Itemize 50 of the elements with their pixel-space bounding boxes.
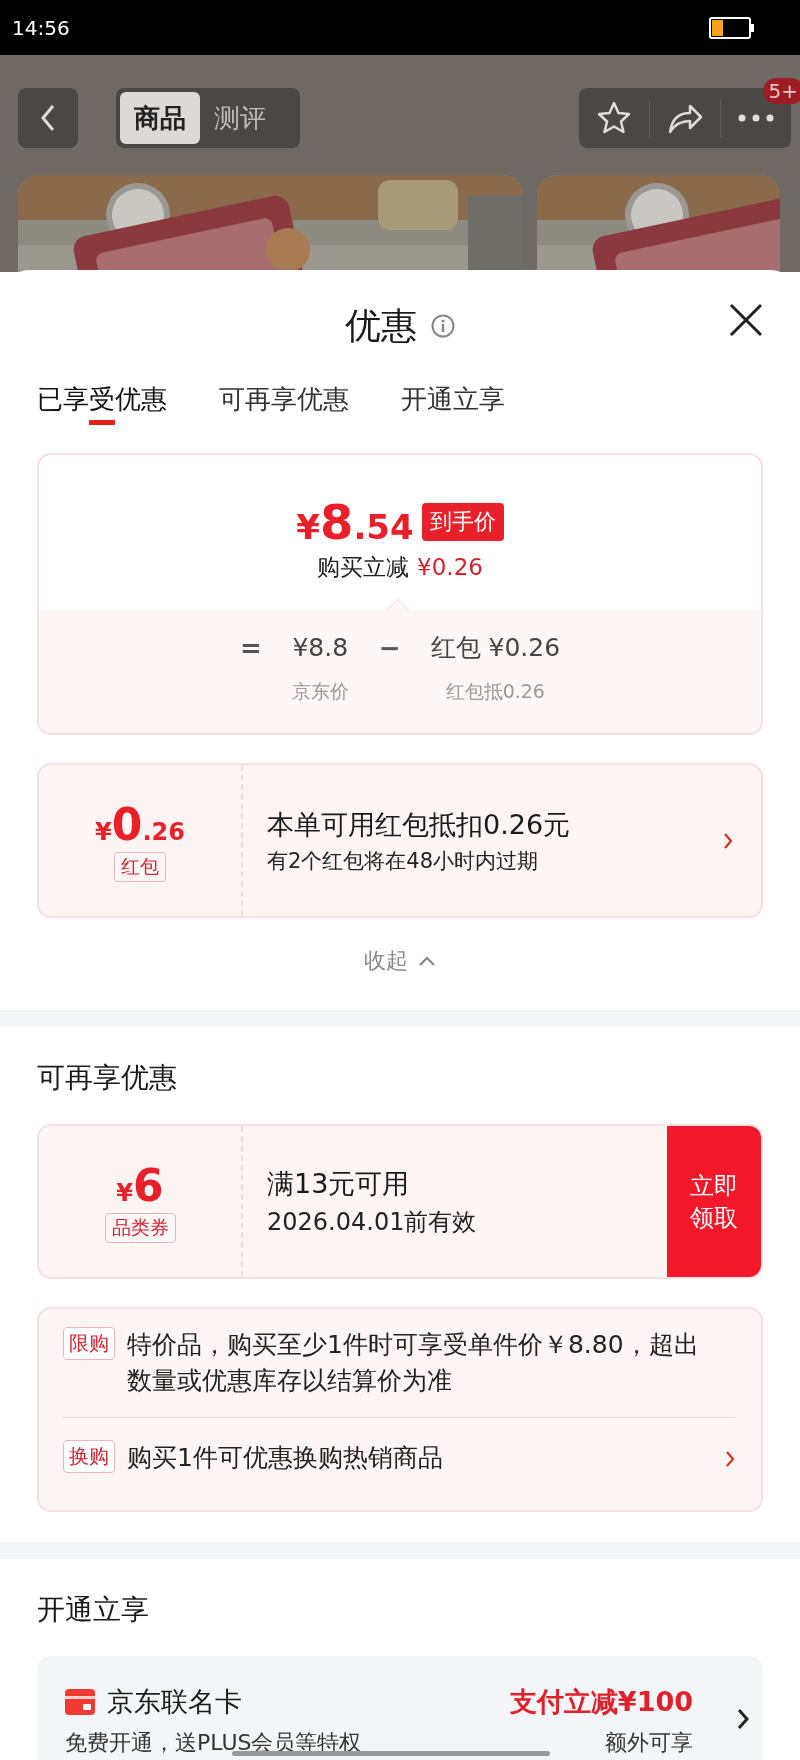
note-tag: 换购 xyxy=(63,1440,115,1473)
formula-caption: 京东价 xyxy=(291,679,349,704)
saving-amount: ¥0.26 xyxy=(417,554,483,580)
coupon-amount: ¥6 xyxy=(116,1160,164,1211)
card-offer: 支付立减¥100 xyxy=(509,1685,693,1719)
chevron-right-icon xyxy=(723,831,733,850)
section-heading: 可再享优惠 xyxy=(36,1060,178,1096)
note-text: 购买1件可优惠换购热销商品 xyxy=(127,1442,443,1474)
share-icon xyxy=(666,102,704,134)
tab[interactable]: 开通立享 xyxy=(401,370,505,430)
formula-caption: 红包抵0.26 xyxy=(445,679,545,704)
chevron-right-icon xyxy=(737,1708,749,1730)
star-icon xyxy=(596,100,632,136)
claim-button[interactable]: 立即领取 xyxy=(667,1126,761,1277)
coupon-tag: 品类券 xyxy=(104,1213,176,1243)
status-time: 14:56 xyxy=(12,15,70,40)
battery-icon xyxy=(709,16,755,39)
note-text: 特价品，购买至少1件时可享受单件价￥8.80，超出数量或优惠库存以结算价为准 xyxy=(127,1329,700,1397)
voucher-amount: ¥0.26 xyxy=(95,799,185,850)
card-extra: 额外可享 xyxy=(605,1729,693,1757)
saving-label: 购买立减 xyxy=(317,552,410,582)
back-button[interactable] xyxy=(18,88,78,148)
note-tag: 限购 xyxy=(63,1327,115,1360)
operator: − xyxy=(378,632,401,665)
price-tag: 到手价 xyxy=(421,502,504,541)
voucher-tag: 红包 xyxy=(114,852,166,882)
notification-badge: 5+ xyxy=(762,78,800,104)
formula-value: 红包 ¥0.26 xyxy=(430,632,561,664)
section-heading: 开通立享 xyxy=(36,1592,150,1628)
card-name: 京东联名卡 xyxy=(107,1685,242,1719)
coupon-condition: 满13元可用 xyxy=(267,1166,411,1201)
back-icon xyxy=(40,104,56,132)
voucher-card[interactable]: ¥0.26 红包 本单可用红包抵扣0.26元 有2个红包将在48小时内过期 xyxy=(37,763,763,918)
final-price: ¥8.54 xyxy=(296,493,414,550)
header-tab[interactable]: 商品 xyxy=(120,92,200,144)
voucher-title: 本单可用红包抵扣0.26元 xyxy=(267,807,572,842)
sheet-title: 优惠 xyxy=(345,303,417,348)
chevron-up-icon xyxy=(418,955,436,967)
card-icon xyxy=(65,1689,95,1715)
header-tab[interactable]: 测评 xyxy=(200,92,280,144)
collapse-button[interactable]: 收起 xyxy=(364,938,436,984)
more-icon xyxy=(738,114,774,122)
voucher-subtitle: 有2个红包将在48小时内过期 xyxy=(267,847,540,875)
coupon-validity: 2026.04.01前有效 xyxy=(267,1206,478,1238)
info-icon xyxy=(431,314,455,338)
close-button[interactable] xyxy=(729,303,763,337)
formula-value: ¥8.8 xyxy=(292,632,349,664)
close-icon xyxy=(729,303,763,337)
tab[interactable]: 可再享优惠 xyxy=(219,370,349,430)
operator: = xyxy=(239,632,262,665)
